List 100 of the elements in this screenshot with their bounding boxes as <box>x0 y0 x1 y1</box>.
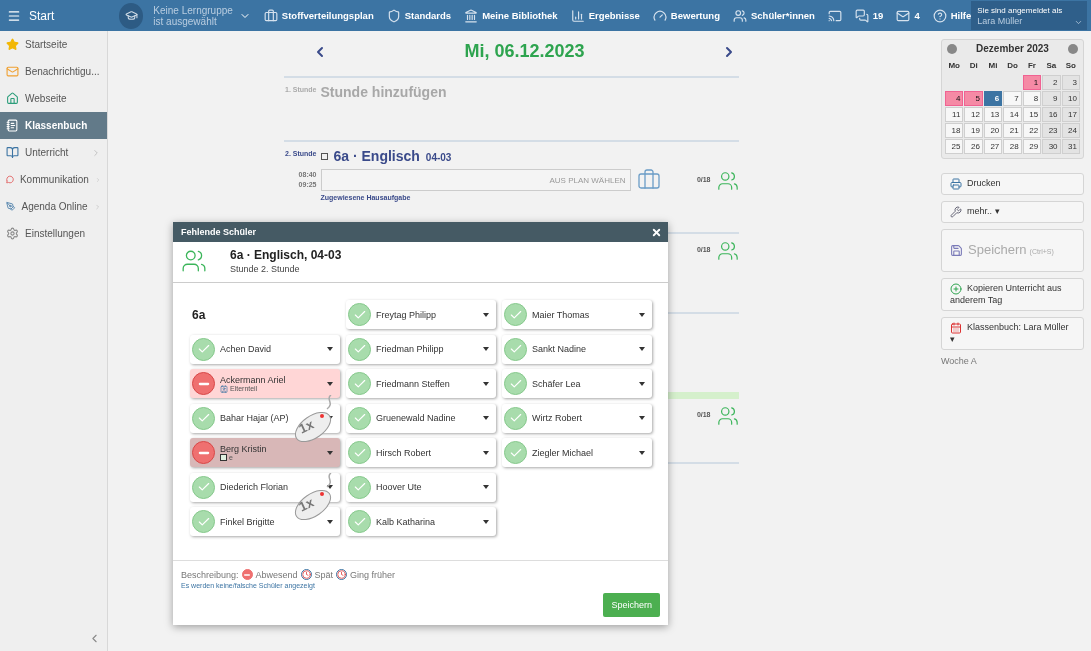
calendar-day[interactable]: 17 <box>1061 107 1080 122</box>
calendar-day[interactable]: 30 <box>1042 139 1061 154</box>
help-icon <box>932 8 947 23</box>
calendar-day[interactable]: 4 <box>945 91 964 106</box>
legend-label: Beschreibung: <box>181 569 239 580</box>
action-button[interactable]: Drucken <box>941 173 1084 195</box>
calendar-day[interactable]: 15 <box>1022 107 1042 122</box>
nav-item[interactable]: Ergebnisse <box>570 8 640 23</box>
absent-icon[interactable] <box>192 372 215 395</box>
action-button[interactable]: Klassenbuch: Lara Müller ▾ <box>941 317 1084 351</box>
caret-icon[interactable] <box>483 485 489 489</box>
close-button[interactable] <box>651 226 662 238</box>
calendar-day[interactable]: 25 <box>945 139 964 154</box>
nav-item[interactable]: Hilfe <box>932 8 972 23</box>
caret-icon[interactable] <box>327 450 333 455</box>
calendar-day[interactable]: 13 <box>983 107 1003 122</box>
caret-icon[interactable] <box>639 381 645 386</box>
caret-icon[interactable] <box>483 312 489 317</box>
calendar-day[interactable]: 28 <box>1003 139 1022 154</box>
caret-icon[interactable] <box>639 347 645 351</box>
student-card[interactable]: Friedman Philipp <box>346 334 496 364</box>
students-icon[interactable] <box>716 170 739 192</box>
student-card[interactable]: Gruenewald Nadine <box>346 403 496 433</box>
collapse-toggle[interactable] <box>320 153 328 160</box>
student-card[interactable]: Ziegler Michael <box>502 438 652 467</box>
calendar-day[interactable]: 16 <box>1042 107 1061 122</box>
calendar-day[interactable]: 8 <box>1022 91 1042 106</box>
calendar-day[interactable]: 10 <box>1061 91 1080 106</box>
student-card[interactable]: Hirsch Robert <box>346 438 496 467</box>
calendar-day[interactable]: 1 <box>1022 75 1042 90</box>
calendar-day[interactable]: 3 <box>1061 75 1080 90</box>
nav-item[interactable]: Standards <box>386 8 452 23</box>
nav-item[interactable]: 4 <box>896 8 920 23</box>
calendar-day[interactable]: 9 <box>1042 91 1061 106</box>
sidebar-item[interactable]: Kommunikation <box>0 166 107 193</box>
calendar-day[interactable]: 18 <box>945 123 964 138</box>
calendar-day[interactable]: 27 <box>983 139 1003 154</box>
sidebar-item[interactable]: Startseite <box>0 31 107 58</box>
calendar-day[interactable]: 19 <box>964 123 983 138</box>
calendar-day[interactable]: 7 <box>1003 91 1022 106</box>
plan-field[interactable]: AUS PLAN WÄHLEN <box>320 169 631 191</box>
calendar-day[interactable]: 20 <box>983 123 1003 138</box>
sidebar-item[interactable]: Agenda Online <box>0 193 107 220</box>
student-card[interactable]: Schäfer Lea <box>502 369 652 398</box>
nav-item[interactable]: Bewertung <box>652 8 720 23</box>
caret-icon[interactable] <box>639 416 645 420</box>
student-card[interactable]: Hoover Ute <box>346 472 496 502</box>
sidebar-item[interactable]: Einstellungen <box>0 220 107 247</box>
action-button[interactable]: Kopieren Unterricht aus anderem Tag <box>941 278 1084 312</box>
menu-button[interactable]: Start <box>0 8 109 23</box>
student-card[interactable]: Kalb Katharina <box>346 507 496 536</box>
checkbox[interactable] <box>220 454 227 461</box>
student-card[interactable]: Wirtz Robert <box>502 403 652 433</box>
caret-icon[interactable] <box>639 450 645 455</box>
student-card[interactable]: Achen David <box>190 334 340 364</box>
caret-icon[interactable] <box>483 347 489 351</box>
sidebar-item[interactable]: Unterricht <box>0 139 107 166</box>
nav-item[interactable]: Meine Bibliothek <box>464 8 558 23</box>
caret-icon[interactable] <box>483 450 489 455</box>
action-button[interactable]: mehr.. ▾ <box>941 201 1084 223</box>
calendar-day[interactable]: 21 <box>1003 123 1022 138</box>
caret-icon[interactable] <box>483 381 489 386</box>
calendar-day[interactable]: 22 <box>1022 123 1042 138</box>
caret-icon[interactable] <box>483 416 489 420</box>
calendar-day[interactable]: 6 <box>983 91 1003 106</box>
caret-icon[interactable] <box>327 347 333 351</box>
calendar-day[interactable]: 26 <box>964 139 983 154</box>
calendar-day[interactable]: 12 <box>964 107 983 122</box>
sidebar-item[interactable]: Benachrichtigu... <box>0 58 107 85</box>
calendar-day[interactable]: 14 <box>1003 107 1022 122</box>
caret-icon[interactable] <box>327 381 333 386</box>
calendar-day[interactable]: 2 <box>1042 75 1061 90</box>
calendar-day[interactable]: 31 <box>1061 139 1080 154</box>
sidebar-item[interactable]: Klassenbuch <box>0 112 107 139</box>
student-name: Ziegler Michael <box>532 447 595 458</box>
student-card[interactable]: Sankt Nadine <box>502 334 652 364</box>
user-menu[interactable]: Sie sind angemeldet als Lara Müller <box>971 1 1087 30</box>
caret-icon[interactable] <box>639 312 645 317</box>
calendar-day[interactable]: 11 <box>945 107 964 122</box>
nav-item[interactable]: 19 <box>854 8 884 23</box>
briefcase-icon[interactable] <box>636 168 661 192</box>
sidebar-item[interactable]: Webseite <box>0 85 107 112</box>
previous-month-button[interactable] <box>947 43 957 54</box>
group-label: 6a <box>191 307 207 322</box>
student-card[interactable]: Maier Thomas <box>502 300 652 329</box>
calendar-day[interactable]: 24 <box>1061 123 1080 138</box>
caret-icon[interactable] <box>483 519 489 524</box>
calendar-day[interactable]: 23 <box>1042 123 1061 138</box>
nav-item[interactable] <box>827 8 842 23</box>
student-card[interactable]: Friedmann Steffen <box>346 369 496 398</box>
next-month-button[interactable] <box>1068 43 1078 54</box>
students-icon[interactable] <box>716 405 739 427</box>
calendar-day[interactable]: 29 <box>1022 139 1042 154</box>
student-card[interactable]: Freytag Philipp <box>346 300 496 329</box>
caret-icon[interactable] <box>327 519 333 524</box>
nav-item[interactable]: Schüler*innen <box>732 8 815 23</box>
absent-icon[interactable] <box>192 441 215 464</box>
students-icon[interactable] <box>716 240 739 262</box>
calendar-day[interactable]: 5 <box>964 91 983 106</box>
nav-item[interactable]: Stoffverteilungsplan <box>263 8 374 23</box>
